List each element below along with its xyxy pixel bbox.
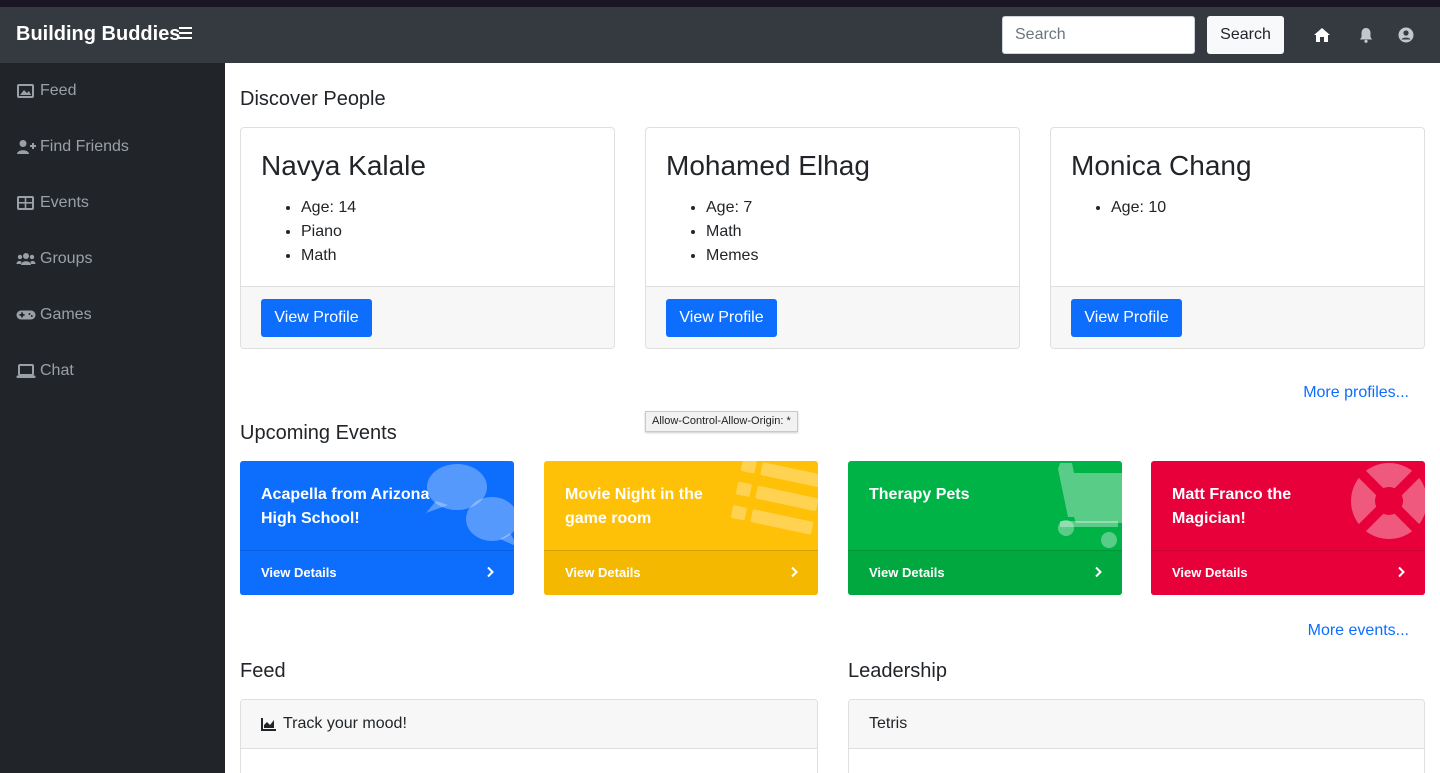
event-title: Therapy Pets xyxy=(869,486,970,503)
mood-card-title: Track your mood! xyxy=(283,715,407,732)
sidebar-item-feed[interactable]: Feed xyxy=(16,80,76,102)
event-title: Acapella from Arizona High School! xyxy=(261,486,430,527)
event-title: Matt Franco the Magician! xyxy=(1172,486,1292,527)
sidebar: Feed Find Friends Events Groups Games Ch… xyxy=(0,63,225,773)
view-details-link[interactable]: View Details xyxy=(565,565,641,580)
person-fact: Age: 7 xyxy=(706,196,758,220)
window-top-strip xyxy=(0,0,1440,7)
sidebar-item-events[interactable]: Events xyxy=(16,192,89,214)
person-card: Mohamed Elhag Age: 7 Math Memes View Pro… xyxy=(645,127,1020,349)
view-profile-button[interactable]: View Profile xyxy=(261,299,372,337)
person-fact: Age: 14 xyxy=(301,196,356,220)
event-card-footer[interactable]: View Details xyxy=(1151,550,1425,595)
menu-toggle-icon[interactable] xyxy=(179,27,192,39)
person-facts: Age: 10 xyxy=(1111,196,1166,220)
users-icon xyxy=(16,251,36,267)
leadership-card-header: Tetris xyxy=(849,700,1424,749)
bell-icon[interactable] xyxy=(1357,26,1375,44)
feed-title: Feed xyxy=(240,660,286,682)
mood-card-header: Track your mood! xyxy=(241,700,817,749)
event-card-footer[interactable]: View Details xyxy=(240,550,514,595)
person-card-footer: View Profile xyxy=(1051,286,1424,348)
top-navbar: Building Buddies Search xyxy=(0,7,1440,63)
sidebar-item-games[interactable]: Games xyxy=(16,304,92,326)
person-fact: Memes xyxy=(706,244,758,268)
cors-tooltip: Allow-Control-Allow-Origin: * xyxy=(645,411,798,432)
person-name: Monica Chang xyxy=(1071,150,1252,181)
sidebar-item-label: Events xyxy=(40,194,89,211)
brand-title[interactable]: Building Buddies xyxy=(16,23,180,46)
view-profile-button[interactable]: View Profile xyxy=(1071,299,1182,337)
sidebar-item-label: Games xyxy=(40,306,92,323)
home-icon[interactable] xyxy=(1313,26,1331,44)
leadership-title: Leadership xyxy=(848,660,947,682)
person-facts: Age: 7 Math Memes xyxy=(706,196,758,268)
person-fact: Math xyxy=(301,244,356,268)
person-card: Navya Kalale Age: 14 Piano Math View Pro… xyxy=(240,127,615,349)
person-card: Monica Chang Age: 10 View Profile xyxy=(1050,127,1425,349)
person-fact: Math xyxy=(706,220,758,244)
event-card-footer[interactable]: View Details xyxy=(544,550,818,595)
sidebar-item-label: Feed xyxy=(40,82,77,99)
view-details-link[interactable]: View Details xyxy=(869,565,945,580)
person-fact: Age: 10 xyxy=(1111,196,1166,220)
view-profile-button[interactable]: View Profile xyxy=(666,299,777,337)
event-card[interactable]: Therapy Pets View Details xyxy=(848,461,1122,595)
laptop-icon xyxy=(16,363,36,379)
sidebar-item-groups[interactable]: Groups xyxy=(16,248,92,270)
event-card[interactable]: Movie Night in the game room View Detail… xyxy=(544,461,818,595)
person-name: Navya Kalale xyxy=(261,150,426,181)
event-card[interactable]: Matt Franco the Magician! View Details xyxy=(1151,461,1425,595)
person-facts: Age: 14 Piano Math xyxy=(301,196,356,268)
sidebar-item-chat[interactable]: Chat xyxy=(16,360,74,382)
area-chart-icon xyxy=(261,717,277,731)
upcoming-events-title: Upcoming Events xyxy=(240,422,397,444)
discover-people-title: Discover People xyxy=(240,88,386,110)
event-title: Movie Night in the game room xyxy=(565,486,703,527)
user-plus-icon xyxy=(16,139,36,155)
chevron-right-icon xyxy=(486,566,494,578)
person-card-footer: View Profile xyxy=(241,286,614,348)
more-profiles-link[interactable]: More profiles... xyxy=(1303,384,1409,402)
chevron-right-icon xyxy=(1397,566,1405,578)
search-input[interactable] xyxy=(1002,16,1195,54)
sidebar-item-label: Find Friends xyxy=(40,138,129,155)
sidebar-item-label: Groups xyxy=(40,250,93,267)
table-icon xyxy=(16,195,36,211)
sidebar-item-find-friends[interactable]: Find Friends xyxy=(16,136,129,158)
more-events-link[interactable]: More events... xyxy=(1308,622,1409,640)
person-name: Mohamed Elhag xyxy=(666,150,870,181)
image-icon xyxy=(16,83,36,99)
leadership-card-title: Tetris xyxy=(869,715,908,732)
event-card-footer[interactable]: View Details xyxy=(848,550,1122,595)
event-card[interactable]: Acapella from Arizona High School! View … xyxy=(240,461,514,595)
view-details-link[interactable]: View Details xyxy=(1172,565,1248,580)
chevron-right-icon xyxy=(1094,566,1102,578)
view-details-link[interactable]: View Details xyxy=(261,565,337,580)
user-circle-icon[interactable] xyxy=(1397,26,1415,44)
leadership-card: Tetris xyxy=(848,699,1425,773)
search-button[interactable]: Search xyxy=(1207,16,1284,54)
person-card-footer: View Profile xyxy=(646,286,1019,348)
chevron-right-icon xyxy=(790,566,798,578)
sidebar-item-label: Chat xyxy=(40,362,74,379)
mood-card: Track your mood! xyxy=(240,699,818,773)
gamepad-icon xyxy=(16,307,36,323)
person-fact: Piano xyxy=(301,220,356,244)
